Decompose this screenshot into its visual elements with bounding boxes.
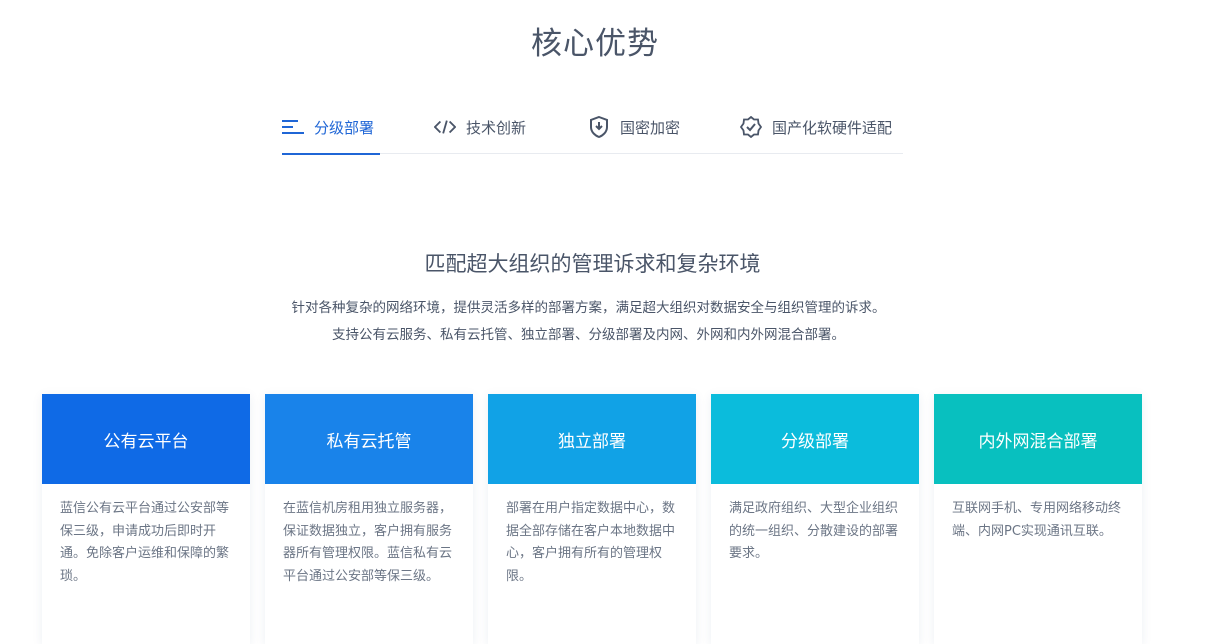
card-text: 互联网手机、专用网络移动终端、内网PC实现通讯互联。 <box>952 501 1122 539</box>
card-tiered-deployment: 分级部署 满足政府组织、大型企业组织的统一组织、分散建设的部署要求。 <box>711 394 919 644</box>
tab-domestic-adaptation[interactable]: 国产化软硬件适配 <box>740 100 892 154</box>
card-hybrid-network-deployment: 内外网混合部署 互联网手机、专用网络移动终端、内网PC实现通讯互联。 <box>934 394 1142 644</box>
card-header: 公有云平台 <box>42 394 250 484</box>
card-private-cloud-hosting: 私有云托管 在蓝信机房租用独立服务器，保证数据独立，客户拥有服务器所有管理权限。… <box>265 394 473 644</box>
tab-label: 国产化软硬件适配 <box>772 118 893 137</box>
shield-icon <box>588 116 610 138</box>
feature-tabs: 分级部署 技术创新 国密加密 国产化软硬件适配 <box>282 100 903 155</box>
card-text: 部署在用户指定数据中心，数据全部存储在客户本地数据中心，客户拥有所有的管理权限。 <box>506 501 676 584</box>
tab-tech-innovation[interactable]: 技术创新 <box>434 100 526 154</box>
section-title: 核心优势 <box>531 26 659 62</box>
tab-national-encryption[interactable]: 国密加密 <box>588 100 680 154</box>
card-public-cloud: 公有云平台 蓝信公有云平台通过公安部等保三级，申请成功后即时开通。免除客户运维和… <box>42 394 250 644</box>
tab-label: 技术创新 <box>466 118 527 137</box>
card-independent-deployment: 独立部署 部署在用户指定数据中心，数据全部存储在客户本地数据中心，客户拥有所有的… <box>488 394 696 644</box>
card-text: 在蓝信机房租用独立服务器，保证数据独立，客户拥有服务器所有管理权限。蓝信私有云平… <box>283 501 453 584</box>
tab-label: 国密加密 <box>620 118 681 137</box>
card-header: 私有云托管 <box>265 394 473 484</box>
content-description-line-1: 针对各种复杂的网络环境，提供灵活多样的部署方案，满足超大组织对数据安全与组织管理… <box>291 300 886 316</box>
card-header: 独立部署 <box>488 394 696 484</box>
content-description-line-2: 支持公有云服务、私有云托管、独立部署、分级部署及内网、外网和内外网混合部署。 <box>332 327 845 343</box>
tab-label: 分级部署 <box>314 118 375 137</box>
card-text: 满足政府组织、大型企业组织的统一组织、分散建设的部署要求。 <box>729 501 899 561</box>
code-icon <box>434 116 456 138</box>
card-header: 内外网混合部署 <box>934 394 1142 484</box>
content-title: 匹配超大组织的管理诉求和复杂环境 <box>424 252 761 276</box>
card-text: 蓝信公有云平台通过公安部等保三级，申请成功后即时开通。免除客户运维和保障的繁琐。 <box>60 501 230 584</box>
card-header: 分级部署 <box>711 394 919 484</box>
badge-check-icon <box>740 116 762 138</box>
tab-tiered-deployment[interactable]: 分级部署 <box>282 100 380 155</box>
list-icon <box>282 116 304 138</box>
